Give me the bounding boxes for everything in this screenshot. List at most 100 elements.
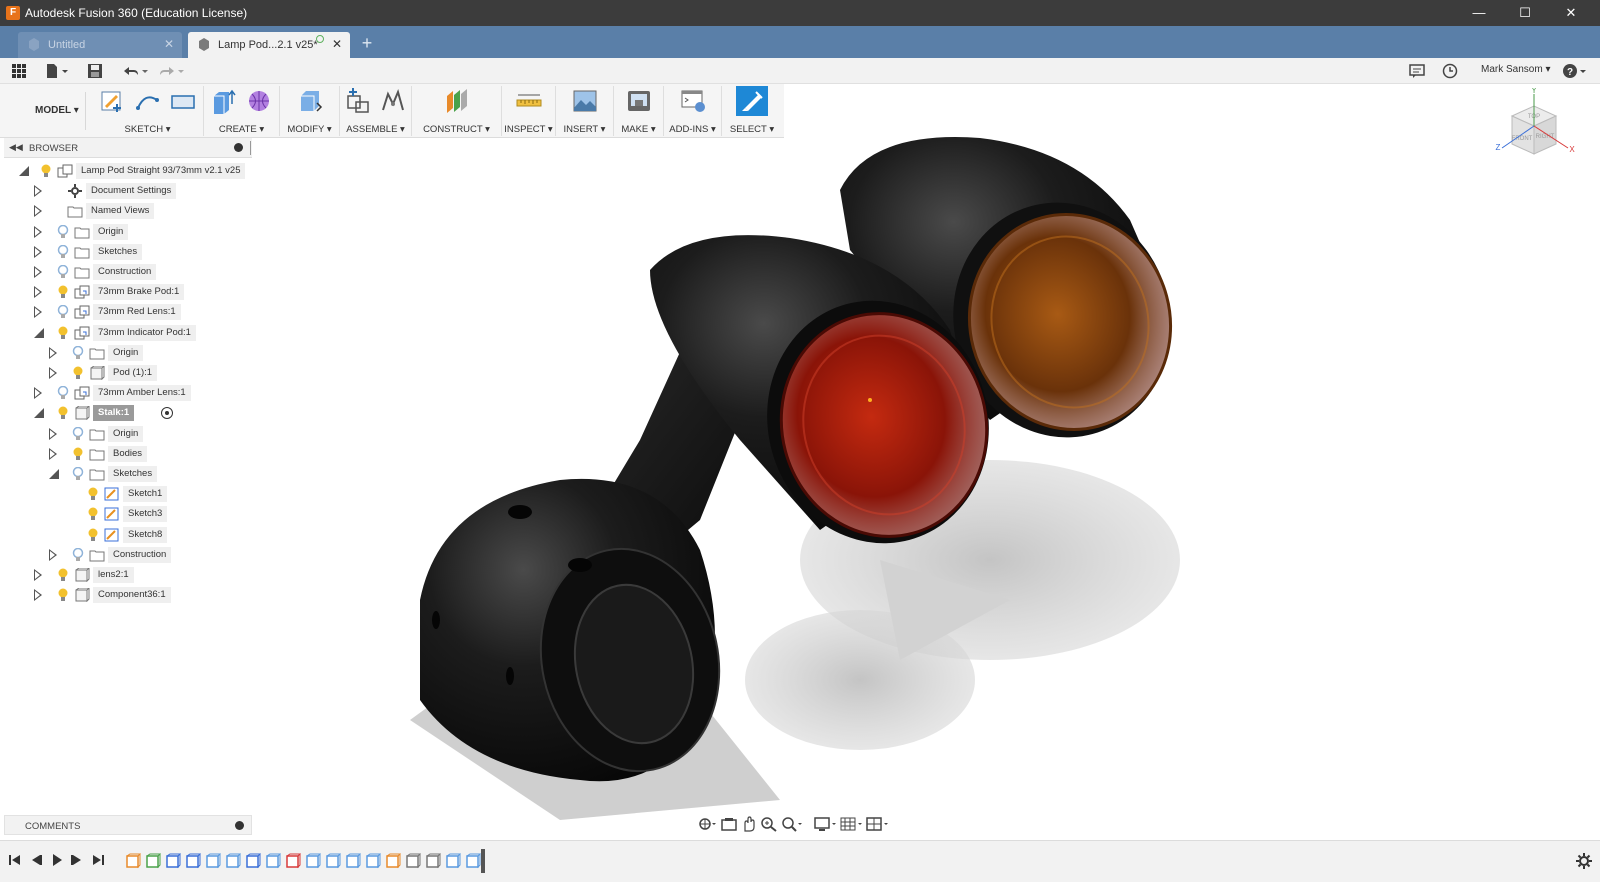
orbit-icon[interactable] <box>698 816 718 832</box>
timeline-feature-icon[interactable] <box>265 853 281 869</box>
browser-node[interactable]: Bodies <box>0 445 252 463</box>
visibility-bulb-icon[interactable] <box>57 244 69 259</box>
expand-node-icon[interactable] <box>34 306 42 319</box>
zoom-icon[interactable] <box>760 816 778 832</box>
visibility-bulb-icon[interactable] <box>40 164 52 178</box>
sketch-menu[interactable]: SKETCH ▾ <box>92 124 203 135</box>
browser-node[interactable]: Sketch3 <box>0 505 252 523</box>
visibility-bulb-icon[interactable] <box>57 264 69 279</box>
visibility-bulb-icon[interactable] <box>57 406 69 420</box>
visibility-bulb-icon[interactable] <box>72 345 84 360</box>
display-settings-icon[interactable] <box>814 816 838 832</box>
timeline-feature-icon[interactable] <box>445 853 461 869</box>
collapse-node-icon[interactable] <box>19 166 29 176</box>
timeline-feature-icon[interactable] <box>425 853 441 869</box>
browser-node[interactable]: Origin <box>0 425 252 443</box>
timeline-feature-icon[interactable] <box>125 853 141 869</box>
expand-node-icon[interactable] <box>49 427 57 440</box>
help-icon[interactable]: ? <box>1562 62 1588 80</box>
new-tab-button[interactable]: + <box>356 33 378 55</box>
timeline-feature-icon[interactable] <box>385 853 401 869</box>
expand-node-icon[interactable] <box>34 266 42 278</box>
browser-node[interactable]: Pod (1):1 <box>0 364 252 382</box>
visibility-bulb-icon[interactable] <box>72 547 84 562</box>
timeline-feature-icon[interactable] <box>465 853 481 869</box>
maximize-button[interactable]: ☐ <box>1502 0 1548 26</box>
browser-node[interactable]: Origin <box>0 223 252 241</box>
close-tab-icon[interactable]: ✕ <box>164 37 174 51</box>
viewports-icon[interactable] <box>866 816 890 832</box>
browser-node[interactable]: Construction <box>0 263 252 281</box>
timeline-feature-icon[interactable] <box>145 853 161 869</box>
timeline-feature-icon[interactable] <box>205 853 221 869</box>
browser-node[interactable]: Sketch1 <box>0 485 252 503</box>
timeline-feature-icon[interactable] <box>365 853 381 869</box>
timeline-feature-icon[interactable] <box>285 853 301 869</box>
rectangle-icon[interactable] <box>170 88 196 114</box>
visibility-bulb-icon[interactable] <box>87 487 99 501</box>
expand-node-icon[interactable] <box>34 225 42 238</box>
visibility-bulb-icon[interactable] <box>72 466 84 481</box>
notifications-icon[interactable] <box>1408 62 1426 80</box>
expand-node-icon[interactable] <box>34 185 42 198</box>
timeline-feature-icon[interactable] <box>325 853 341 869</box>
comments-panel[interactable]: COMMENTS <box>4 815 252 835</box>
expand-node-icon[interactable] <box>34 286 42 299</box>
user-account-menu[interactable]: Mark Sansom ▾ <box>1481 64 1550 75</box>
expand-node-icon[interactable] <box>34 205 42 218</box>
pan-icon[interactable] <box>740 816 758 832</box>
expand-node-icon[interactable] <box>49 447 57 460</box>
undo-icon[interactable] <box>120 62 148 80</box>
browser-node[interactable]: Construction <box>0 546 252 564</box>
next-icon[interactable] <box>70 853 84 867</box>
fit-icon[interactable] <box>780 816 804 832</box>
browser-node[interactable]: 73mm Indicator Pod:1 <box>0 324 252 342</box>
activate-component-icon[interactable] <box>161 407 173 420</box>
visibility-bulb-icon[interactable] <box>87 528 99 542</box>
browser-node[interactable]: Named Views <box>0 202 252 220</box>
timeline-feature-icon[interactable] <box>165 853 181 869</box>
job-status-icon[interactable] <box>1441 62 1459 80</box>
timeline-feature-icon[interactable] <box>185 853 201 869</box>
canvas-viewport[interactable] <box>256 84 1600 840</box>
expand-node-icon[interactable] <box>49 346 57 359</box>
visibility-bulb-icon[interactable] <box>57 568 69 582</box>
look-at-icon[interactable] <box>720 816 738 832</box>
previous-icon[interactable] <box>29 853 43 867</box>
visibility-bulb-icon[interactable] <box>57 326 69 340</box>
browser-node[interactable]: Component36:1 <box>0 586 252 604</box>
tab-untitled[interactable]: Untitled ✕ <box>18 32 182 58</box>
workspace-switcher[interactable]: MODEL ▾ <box>10 92 86 130</box>
grid-icon[interactable] <box>840 816 864 832</box>
browser-node[interactable]: Sketches <box>0 465 252 483</box>
browser-node[interactable]: 73mm Red Lens:1 <box>0 303 252 321</box>
visibility-bulb-icon[interactable] <box>57 588 69 602</box>
visibility-bulb-icon[interactable] <box>57 285 69 299</box>
collapse-node-icon[interactable] <box>34 408 44 419</box>
browser-node[interactable]: 73mm Brake Pod:1 <box>0 283 252 301</box>
browser-node[interactable]: Origin <box>0 344 252 362</box>
timeline-feature-icon[interactable] <box>345 853 361 869</box>
close-window-button[interactable]: ✕ <box>1548 0 1594 26</box>
expand-node-icon[interactable] <box>34 589 42 602</box>
browser-options-icon[interactable] <box>234 143 243 152</box>
browser-node[interactable]: 73mm Amber Lens:1 <box>0 384 252 402</box>
browser-node[interactable]: Lamp Pod Straight 93/73mm v2.1 v25 <box>0 162 252 180</box>
extrude-icon[interactable] <box>211 88 237 114</box>
collapse-node-icon[interactable] <box>49 469 59 479</box>
expand-node-icon[interactable] <box>34 387 42 400</box>
browser-node[interactable]: Stalk:1 <box>0 404 252 422</box>
expand-node-icon[interactable] <box>49 367 57 379</box>
browser-node[interactable]: Sketches <box>0 243 252 261</box>
expand-node-icon[interactable] <box>49 548 57 561</box>
play-icon[interactable] <box>50 853 64 867</box>
collapse-node-icon[interactable] <box>34 327 44 338</box>
add-comment-icon[interactable] <box>235 821 244 830</box>
browser-node[interactable]: lens2:1 <box>0 566 252 584</box>
timeline-feature-icon[interactable] <box>225 853 241 869</box>
browser-resize-handle[interactable] <box>250 141 252 155</box>
timeline-feature-icon[interactable] <box>245 853 261 869</box>
expand-node-icon[interactable] <box>34 569 42 581</box>
timeline-feature-icon[interactable] <box>405 853 421 869</box>
close-tab-icon[interactable]: ✕ <box>332 37 342 51</box>
